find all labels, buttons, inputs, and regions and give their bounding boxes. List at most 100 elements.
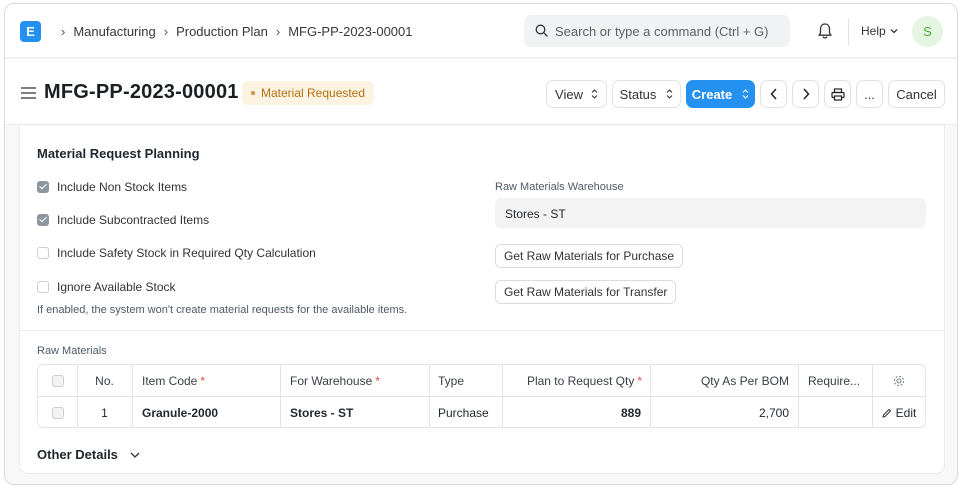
chevron-right-icon: ›: [61, 23, 66, 39]
checkbox-checked-icon[interactable]: [37, 214, 49, 226]
pencil-icon: [881, 408, 891, 418]
more-actions-button[interactable]: ...: [856, 80, 883, 108]
cell-bom-qty[interactable]: 2,700: [650, 397, 789, 428]
cell-plan-qty[interactable]: 889: [502, 397, 641, 428]
cancel-button[interactable]: Cancel: [888, 80, 945, 108]
create-button-label: Create: [691, 86, 733, 102]
printer-icon: [830, 87, 845, 101]
print-button[interactable]: [824, 80, 851, 108]
other-details-label: Other Details: [37, 447, 118, 462]
status-button-label: Status: [619, 86, 657, 102]
column-divider: [798, 365, 799, 427]
cell-no: 1: [101, 405, 108, 420]
cell-item-code[interactable]: Granule-2000: [142, 397, 280, 428]
cell-type[interactable]: Purchase: [438, 397, 502, 428]
previous-button[interactable]: [760, 80, 787, 108]
warehouse-label: Raw Materials Warehouse: [495, 181, 624, 193]
column-header-plan-qty: Plan to Request Qty *: [502, 365, 642, 396]
other-details-section-toggle[interactable]: Other Details: [37, 447, 140, 462]
menu-icon[interactable]: [21, 87, 36, 99]
checkbox-checked-icon[interactable]: [37, 181, 49, 193]
chevron-down-icon: [890, 29, 898, 34]
status-badge-label: Material Requested: [261, 86, 366, 100]
cell-warehouse[interactable]: Stores - ST: [290, 397, 429, 428]
raw-materials-table: No. Item Code * For Warehouse * Type Plan …: [37, 364, 926, 428]
column-header-type: Type: [438, 373, 465, 388]
search-bar[interactable]: Search or type a command (Ctrl + G): [524, 15, 790, 47]
section-divider: [20, 330, 944, 331]
checkbox-label: Include Subcontracted Items: [57, 213, 210, 227]
bell-icon[interactable]: [817, 22, 833, 40]
section-title: Material Request Planning: [37, 146, 200, 161]
select-all-checkbox[interactable]: [52, 365, 66, 396]
status-badge: Material Requested: [242, 81, 375, 105]
required-asterisk: *: [375, 373, 380, 388]
help-label: Help: [861, 24, 886, 38]
column-settings[interactable]: [872, 365, 926, 396]
breadcrumb-current[interactable]: MFG-PP-2023-00001: [288, 24, 412, 39]
avatar[interactable]: S: [912, 16, 943, 47]
column-divider: [429, 365, 430, 427]
breadcrumb-manufacturing[interactable]: Manufacturing: [73, 24, 155, 39]
checkbox-unchecked-icon[interactable]: [52, 406, 64, 419]
row-edit-button[interactable]: Edit: [872, 397, 926, 428]
checkbox-label: Ignore Available Stock: [57, 280, 176, 294]
page-title: MFG-PP-2023-00001: [44, 81, 239, 103]
create-button[interactable]: Create: [686, 80, 755, 108]
status-dot-icon: [251, 91, 255, 95]
column-header-bom-qty: Qty As Per BOM: [700, 373, 789, 388]
chevron-right-icon: ›: [275, 23, 281, 39]
app-logo[interactable]: E: [20, 21, 41, 42]
chevron-down-icon: [130, 452, 140, 458]
column-header-label: For Warehouse: [290, 373, 373, 388]
navbar: E › Manufacturing › Production Plan › MF…: [5, 4, 957, 58]
checkbox-include-non-stock[interactable]: Include Non Stock Items: [37, 180, 187, 194]
select-arrows-icon: [667, 89, 673, 99]
column-header-label: Plan to Request Qty: [526, 373, 635, 388]
checkbox-include-safety-stock[interactable]: Include Safety Stock in Required Qty Cal…: [37, 246, 316, 260]
get-raw-materials-purchase-button[interactable]: Get Raw Materials for Purchase: [495, 244, 684, 268]
form-card: Material Request Planning Include Non St…: [19, 126, 945, 474]
column-header-label: Item Code: [142, 373, 198, 388]
warehouse-field[interactable]: Stores - ST: [495, 198, 926, 228]
column-header-item-code: Item Code *: [142, 365, 280, 396]
cancel-button-label: Cancel: [896, 86, 937, 102]
chevron-right-icon: ›: [163, 23, 169, 39]
breadcrumb-production-plan[interactable]: Production Plan: [176, 24, 268, 39]
app-window: E › Manufacturing › Production Plan › MF…: [4, 3, 958, 485]
breadcrumb: › Manufacturing › Production Plan › MFG-…: [53, 23, 412, 39]
select-arrows-icon: [591, 89, 598, 99]
chevron-left-icon: [769, 88, 777, 100]
gear-icon: [893, 375, 905, 386]
column-header-no: No.: [95, 373, 114, 388]
status-button[interactable]: Status: [612, 80, 681, 108]
checkbox-unchecked-icon[interactable]: [37, 247, 49, 259]
row-checkbox[interactable]: [52, 397, 66, 428]
required-asterisk: *: [637, 373, 642, 388]
search-icon: [535, 24, 548, 37]
checkbox-unchecked-icon[interactable]: [52, 374, 64, 387]
checkbox-unchecked-icon[interactable]: [37, 281, 49, 293]
next-button[interactable]: [792, 80, 819, 108]
more-actions-label: ...: [864, 86, 875, 102]
checkbox-ignore-available-stock[interactable]: Ignore Available Stock: [37, 280, 176, 294]
checkbox-label: Include Non Stock Items: [57, 180, 188, 194]
checkbox-include-subcontracted[interactable]: Include Subcontracted Items: [37, 213, 209, 227]
help-dropdown[interactable]: Help: [861, 24, 898, 38]
column-divider: [280, 365, 281, 427]
ignore-stock-help-text: If enabled, the system won't create mate…: [37, 304, 408, 316]
column-header-required: Require...: [808, 373, 861, 388]
view-button[interactable]: View: [546, 80, 607, 108]
raw-materials-label: Raw Materials: [37, 345, 107, 357]
column-header-for-warehouse: For Warehouse *: [290, 365, 429, 396]
get-raw-materials-transfer-button[interactable]: Get Raw Materials for Transfer: [495, 280, 677, 304]
column-divider: [132, 365, 133, 427]
checkbox-label: Include Safety Stock in Required Qty Cal…: [57, 246, 316, 260]
page-header: MFG-PP-2023-00001 Material Requested Vie…: [5, 59, 957, 125]
edit-label: Edit: [895, 405, 917, 420]
view-button-label: View: [555, 86, 583, 102]
search-placeholder: Search or type a command (Ctrl + G): [555, 24, 769, 39]
select-arrows-icon: [742, 89, 749, 99]
chevron-right-icon: [802, 88, 810, 100]
cell-required[interactable]: [808, 397, 872, 428]
